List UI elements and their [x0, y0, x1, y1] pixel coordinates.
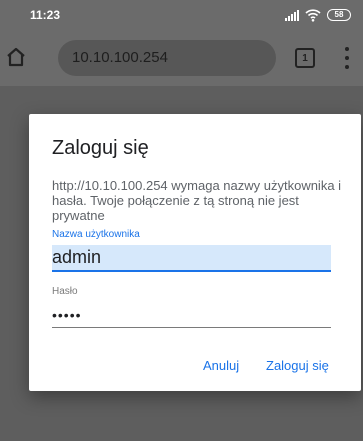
password-input[interactable] [52, 302, 331, 328]
dialog-message: http://10.10.100.254 wymaga nazwy użytko… [52, 178, 342, 223]
password-label: Hasło [52, 286, 78, 297]
battery-level: 58 [334, 10, 344, 19]
url-text: 10.10.100.254 [72, 49, 168, 66]
home-icon[interactable] [4, 45, 28, 69]
cancel-button[interactable]: Anuluj [203, 358, 239, 373]
login-dialog: Zaloguj się http://10.10.100.254 wymaga … [29, 114, 361, 391]
dialog-title: Zaloguj się [52, 137, 149, 159]
wifi-icon [305, 9, 321, 22]
tabs-button[interactable]: 1 [295, 48, 315, 68]
status-bar: 11:23 58 [0, 0, 363, 30]
signal-icon [285, 9, 299, 21]
status-icons: 58 [285, 7, 351, 23]
username-input[interactable] [52, 245, 331, 272]
more-vert-icon[interactable] [344, 47, 350, 69]
address-bar[interactable]: 10.10.100.254 [58, 40, 276, 76]
battery-icon: 58 [327, 9, 351, 21]
tab-count: 1 [302, 52, 308, 64]
login-button[interactable]: Zaloguj się [266, 358, 329, 373]
browser-toolbar: 10.10.100.254 1 [0, 30, 363, 86]
username-label: Nazwa użytkownika [52, 229, 140, 240]
status-time: 11:23 [30, 8, 61, 22]
